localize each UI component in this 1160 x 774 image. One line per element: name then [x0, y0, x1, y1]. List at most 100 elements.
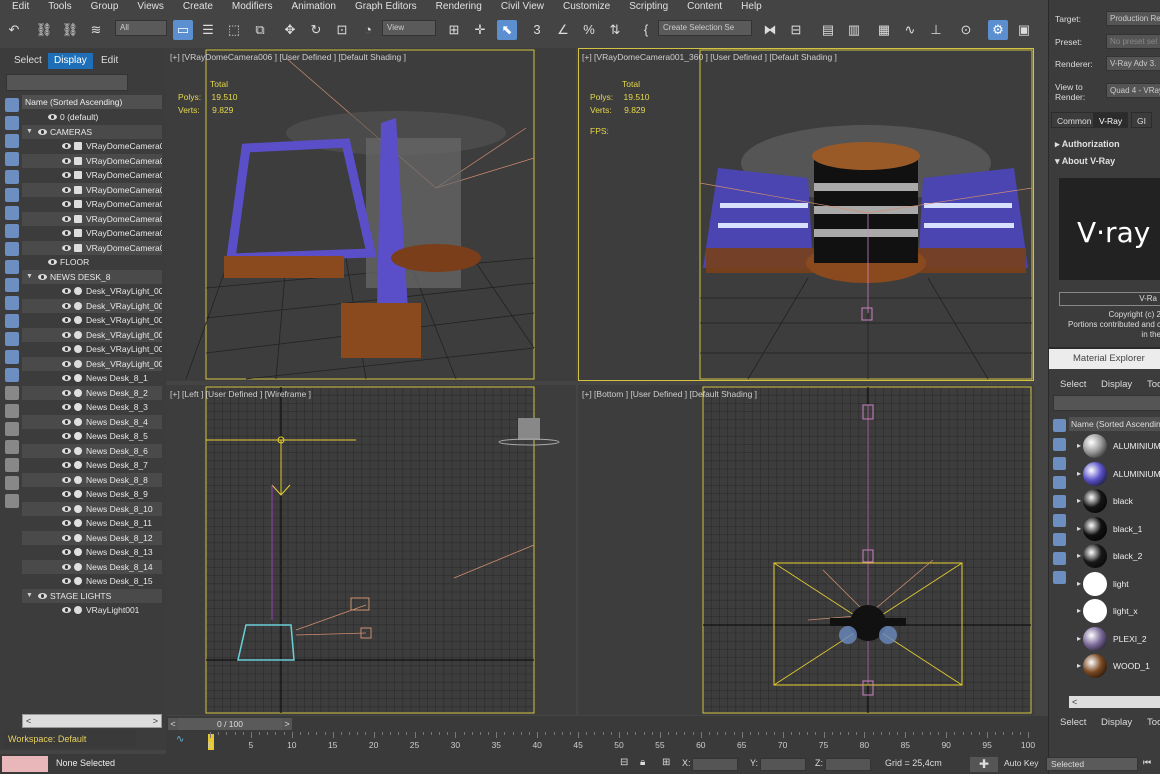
menu-scripting[interactable]: Scripting: [616, 0, 674, 15]
mat-tab-select[interactable]: Select: [1060, 379, 1086, 390]
expand-arrow-icon[interactable]: ▸: [1077, 441, 1081, 450]
visibility-eye-icon[interactable]: [62, 317, 71, 323]
explorer-filter-icon[interactable]: [5, 188, 19, 202]
rotate-icon[interactable]: ↻: [306, 20, 326, 40]
viewport-label[interactable]: [+] [VRayDomeCamera006 ] [User Defined ]…: [170, 52, 406, 62]
explorer-filter-icon[interactable]: [5, 314, 19, 328]
scroll-left-icon[interactable]: <: [26, 715, 31, 727]
visibility-eye-icon[interactable]: [62, 375, 71, 381]
explorer-filter-icon[interactable]: [5, 224, 19, 238]
place-icon[interactable]: ◔: [358, 20, 378, 40]
explorer-filter-icon[interactable]: [5, 170, 19, 184]
visibility-eye-icon[interactable]: [62, 201, 71, 207]
workspace-dropdown[interactable]: Workspace: Default: [4, 730, 136, 748]
render-setup-icon[interactable]: ⚙: [988, 20, 1008, 40]
visibility-eye-icon[interactable]: [62, 288, 71, 294]
scene-row[interactable]: VRayDomeCamera00: [22, 197, 162, 212]
prev-frame-icon[interactable]: <: [168, 718, 178, 730]
material-row[interactable]: ▸ ALUMINIUM: [1077, 433, 1160, 459]
scene-row[interactable]: VRayDomeCamera00: [22, 211, 162, 226]
selected-set-dropdown[interactable]: Selected: [1046, 757, 1138, 771]
material-row[interactable]: ▸ light: [1077, 571, 1160, 597]
explorer-filter-icon[interactable]: [5, 278, 19, 292]
toggle-layer-explorer-icon[interactable]: ▥: [844, 20, 864, 40]
menu-edit[interactable]: Edit: [0, 0, 35, 15]
menu-content[interactable]: Content: [674, 0, 728, 15]
set-key-icon[interactable]: ✚: [970, 757, 998, 772]
align-icon[interactable]: ⊟: [786, 20, 806, 40]
menu-rendering[interactable]: Rendering: [423, 0, 488, 15]
tab-display[interactable]: Display: [48, 53, 93, 69]
scene-row[interactable]: News Desk_8_9: [22, 487, 162, 502]
explorer-filter-icon[interactable]: [5, 206, 19, 220]
mirror-icon[interactable]: ⧓: [760, 20, 780, 40]
time-slider[interactable]: < 0 / 100 >: [166, 716, 1048, 732]
menu-modifiers[interactable]: Modifiers: [219, 0, 279, 15]
expand-arrow-icon[interactable]: ▸: [1077, 496, 1081, 505]
scene-row[interactable]: News Desk_8_1: [22, 371, 162, 386]
next-frame-icon[interactable]: >: [282, 718, 292, 730]
link-icon[interactable]: ⛓: [34, 20, 54, 40]
scale-icon[interactable]: ⊡: [332, 20, 352, 40]
scene-row[interactable]: Desk_VRayLight_004: [22, 327, 162, 342]
selection-filter-dropdown[interactable]: All: [115, 20, 167, 36]
material-filter-icon[interactable]: [1053, 571, 1066, 584]
explorer-filter-icon[interactable]: [5, 260, 19, 274]
visibility-eye-icon[interactable]: [62, 302, 71, 309]
rendered-frame-window-icon[interactable]: ▣: [1014, 20, 1034, 40]
scene-row[interactable]: News Desk_8_11: [22, 516, 162, 531]
visibility-eye-icon[interactable]: [62, 476, 71, 483]
scene-row[interactable]: News Desk_8_5: [22, 429, 162, 444]
visibility-eye-icon[interactable]: [62, 607, 71, 613]
explorer-filter-icon[interactable]: [5, 476, 19, 490]
maxscript-listener[interactable]: [2, 756, 48, 772]
viewport-label[interactable]: [+] [VRayDomeCamera001_360 ] [User Defin…: [582, 52, 837, 62]
visibility-eye-icon[interactable]: [62, 331, 71, 338]
viewport-bottom-left[interactable]: [+] [Left ] [User Defined ] [Wireframe ]: [166, 385, 576, 715]
visibility-eye-icon[interactable]: [62, 186, 71, 193]
curve-editor-mini-icon[interactable]: ∿: [176, 734, 184, 745]
visibility-eye-icon[interactable]: [62, 447, 71, 454]
viewport-label[interactable]: [+] [Bottom ] [User Defined ] [Default S…: [582, 389, 757, 399]
edit-named-selection-icon[interactable]: {: [636, 20, 656, 40]
scene-row[interactable]: Desk_VRayLight_002: [22, 298, 162, 313]
select-manipulate-icon[interactable]: ✛: [470, 20, 490, 40]
visibility-eye-icon[interactable]: [48, 114, 57, 120]
unlink-icon[interactable]: ⛓: [60, 20, 80, 40]
vray-version-button[interactable]: V-Ra: [1059, 292, 1160, 306]
explorer-filter-icon[interactable]: [5, 152, 19, 166]
material-horizontal-scrollbar[interactable]: <: [1069, 696, 1160, 708]
angle-snap-icon[interactable]: ∠: [553, 20, 573, 40]
menu-create[interactable]: Create: [170, 0, 219, 15]
spinner-snap-icon[interactable]: ⇅: [605, 20, 625, 40]
mat-tab-tools[interactable]: Too: [1147, 379, 1160, 390]
scene-row[interactable]: News Desk_8_7: [22, 458, 162, 473]
curve-editor-icon[interactable]: ∿: [900, 20, 920, 40]
scene-row[interactable]: VRayDomeCamera00: [22, 240, 162, 255]
view-to-render-dropdown[interactable]: Quad 4 - VRay: [1106, 83, 1160, 98]
scene-row[interactable]: VRayLight001: [22, 603, 162, 618]
keyboard-shortcut-override-icon[interactable]: ⬉: [497, 20, 517, 40]
snaps-toggle-icon[interactable]: 3: [527, 20, 547, 40]
material-filter-icon[interactable]: [1053, 419, 1066, 432]
scene-row[interactable]: ▼ CAMERAS: [22, 124, 162, 139]
auto-key-button[interactable]: Auto Key: [1004, 758, 1039, 768]
visibility-eye-icon[interactable]: [62, 491, 71, 497]
expand-arrow-icon[interactable]: ▸: [1077, 634, 1081, 643]
menu-animation[interactable]: Animation: [278, 0, 341, 15]
expand-arrow-icon[interactable]: ▸: [1077, 579, 1081, 588]
name-column-header[interactable]: Name (Sorted Ascending): [22, 95, 162, 109]
scroll-right-icon[interactable]: >: [153, 715, 158, 727]
move-icon[interactable]: ✥: [280, 20, 300, 40]
preset-dropdown[interactable]: No preset sel: [1106, 34, 1160, 49]
visibility-eye-icon[interactable]: [62, 520, 71, 526]
authorization-rollout[interactable]: ▸ Authorization: [1055, 139, 1120, 150]
x-coordinate-field[interactable]: [692, 758, 738, 771]
explorer-filter-icon[interactable]: [5, 422, 19, 436]
viewport-top-right[interactable]: [+] [VRayDomeCamera001_360 ] [User Defin…: [578, 48, 1034, 381]
scene-row[interactable]: News Desk_8_13: [22, 545, 162, 560]
viewport-top-left[interactable]: [+] [VRayDomeCamera006 ] [User Defined ]…: [166, 48, 576, 381]
go-to-start-icon[interactable]: ⏮: [1143, 757, 1151, 768]
lock-selection-icon[interactable]: 🔒︎: [640, 757, 645, 768]
select-by-name-icon[interactable]: ☰: [198, 20, 218, 40]
